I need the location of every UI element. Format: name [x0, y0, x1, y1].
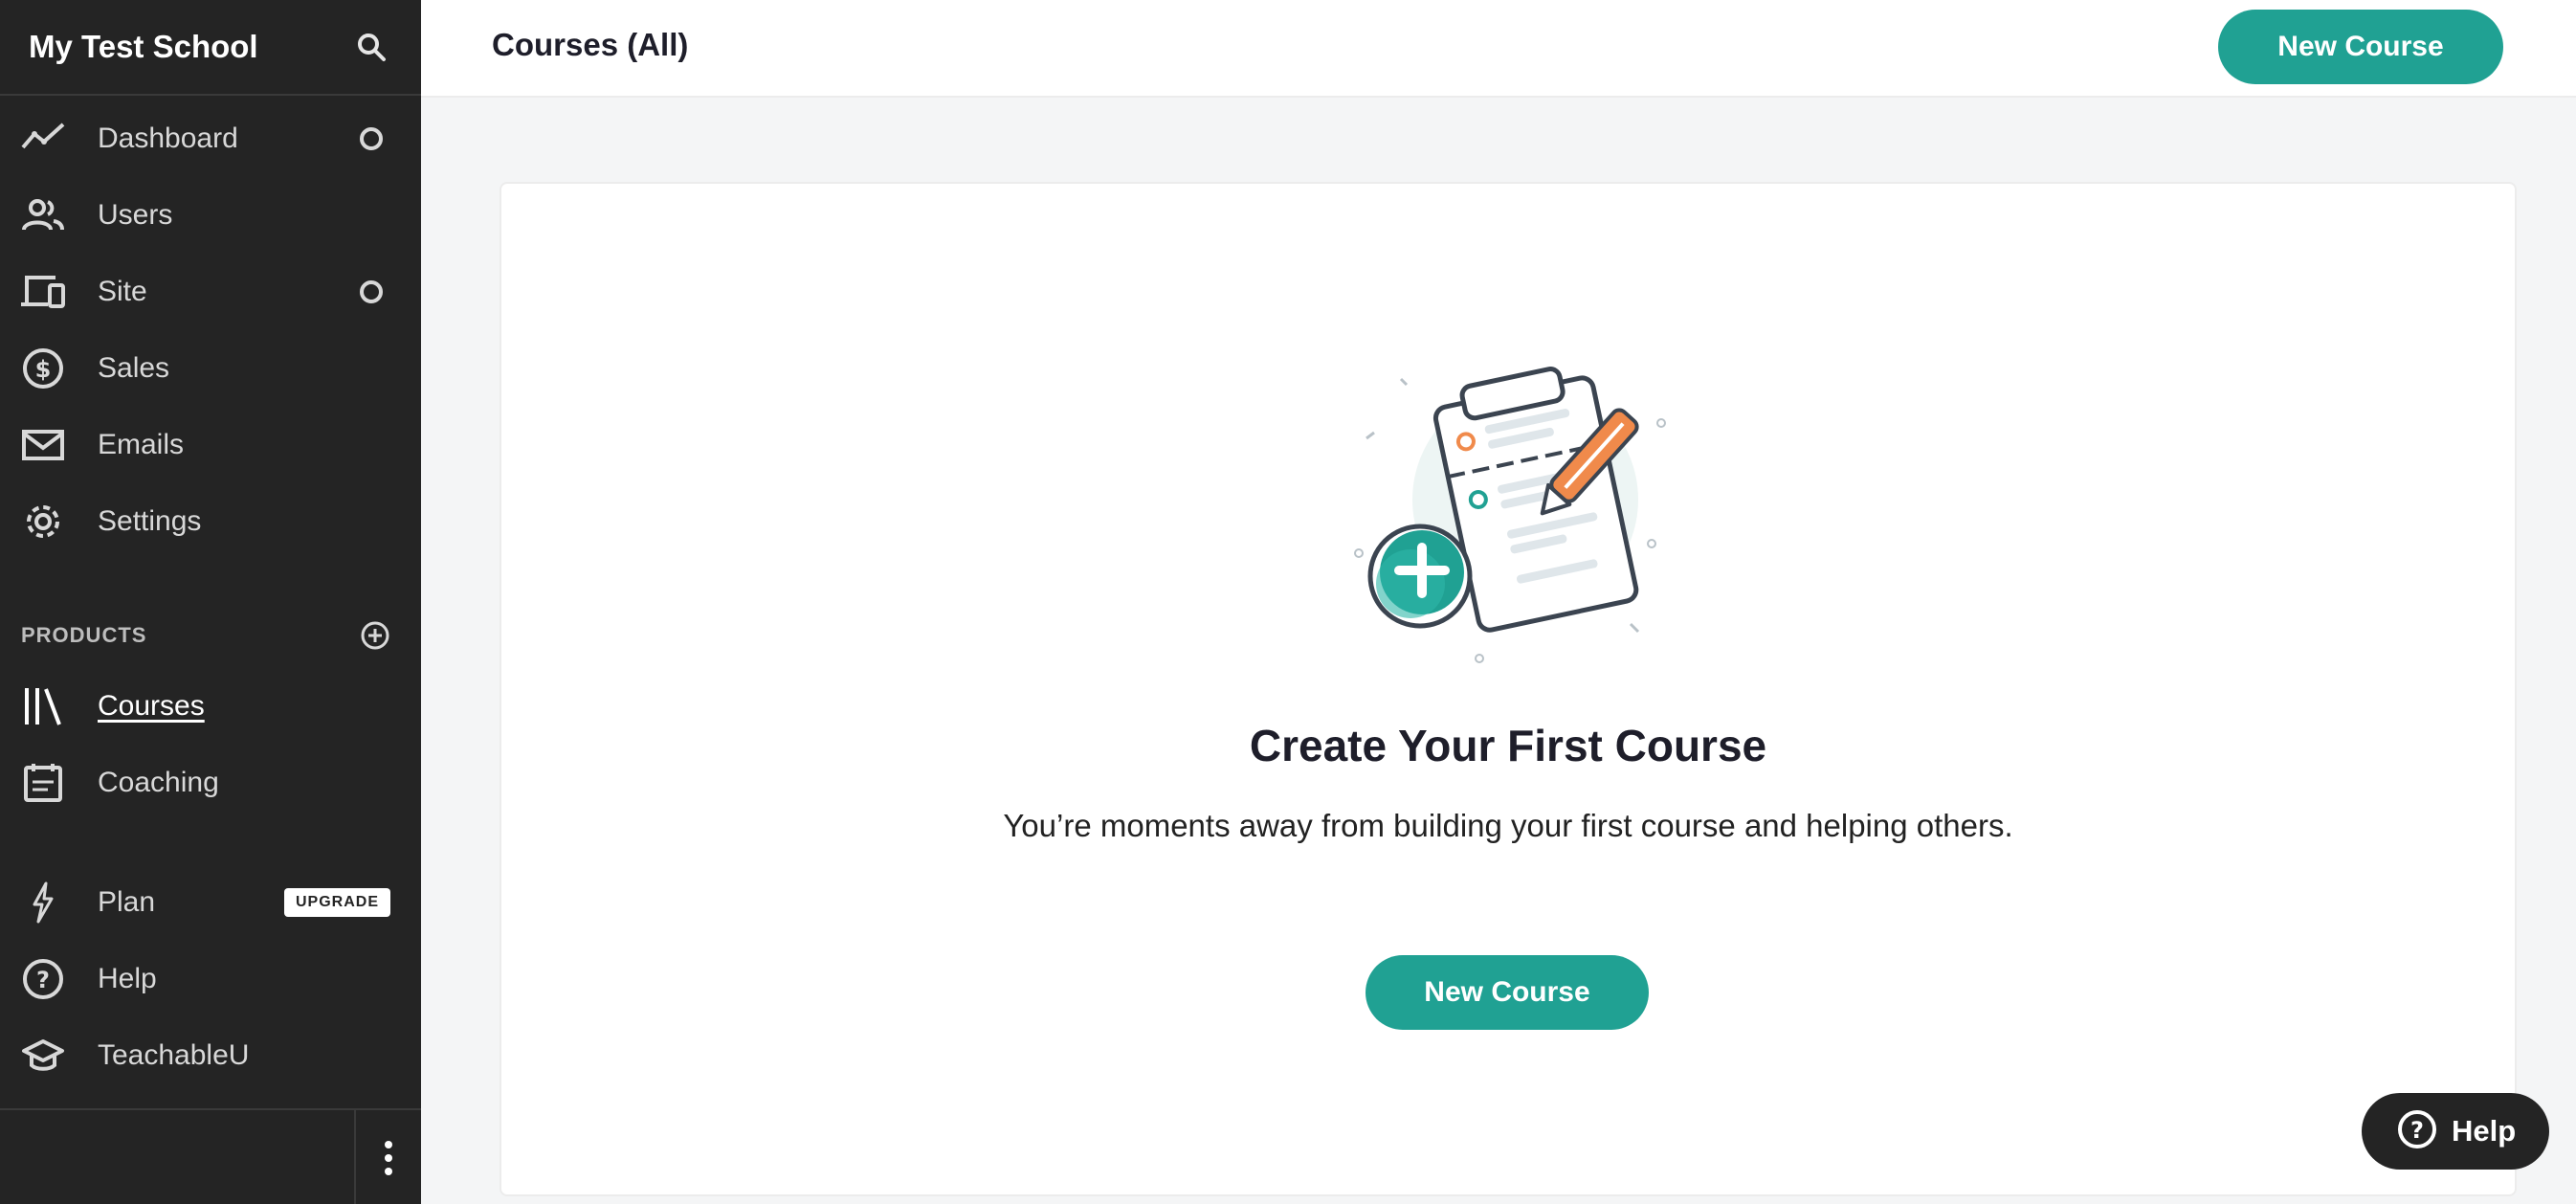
- status-indicator: [360, 127, 383, 150]
- svg-text:$: $: [35, 356, 52, 383]
- sidebar-item-label: Plan: [98, 886, 156, 918]
- sidebar-item-label: Site: [98, 276, 147, 307]
- sidebar-item-label: Courses: [98, 690, 205, 722]
- svg-text:?: ?: [36, 967, 50, 993]
- sidebar-item-label: TeachableU: [98, 1039, 250, 1071]
- upgrade-badge[interactable]: UPGRADE: [283, 888, 390, 917]
- sidebar-item-label: Dashboard: [98, 123, 238, 154]
- svg-text:?: ?: [2410, 1117, 2424, 1144]
- sidebar-item-label: Settings: [98, 505, 202, 537]
- search-icon[interactable]: [350, 26, 392, 68]
- question-circle-icon: ?: [21, 957, 65, 1001]
- sidebar-item-label: Coaching: [98, 767, 219, 798]
- top-bar: Courses (All) New Course: [421, 0, 2576, 98]
- sidebar-item-teachableu[interactable]: TeachableU: [0, 1017, 421, 1094]
- add-product-icon[interactable]: [360, 620, 390, 651]
- status-indicator: [360, 280, 383, 303]
- empty-state-title: Create Your First Course: [1249, 721, 1767, 770]
- trend-line-icon: [21, 117, 65, 161]
- sidebar-footer: [0, 1108, 421, 1204]
- calendar-icon: [21, 761, 65, 805]
- sidebar-item-plan[interactable]: Plan UPGRADE: [0, 864, 421, 941]
- sidebar-item-sales[interactable]: $ Sales: [0, 330, 421, 407]
- gear-icon: [21, 500, 65, 544]
- sidebar-item-courses[interactable]: Courses: [0, 668, 421, 745]
- sidebar-item-site[interactable]: Site: [0, 254, 421, 330]
- sidebar: My Test School Dashboard Users Site $ Sa…: [0, 0, 421, 1204]
- devices-icon: [21, 270, 65, 314]
- help-widget-button[interactable]: ? Help: [2362, 1093, 2549, 1170]
- empty-state-description: You’re moments away from building your f…: [1003, 808, 2013, 843]
- new-course-button[interactable]: New Course: [2218, 10, 2503, 84]
- clipboard-illustration-icon: [1353, 356, 1698, 672]
- new-course-button[interactable]: New Course: [1366, 955, 1649, 1030]
- graduation-cap-icon: [21, 1034, 65, 1078]
- users-icon: [21, 193, 65, 237]
- sidebar-item-label: Users: [98, 199, 173, 231]
- library-icon: [21, 684, 65, 728]
- dollar-circle-icon: $: [21, 346, 65, 390]
- sidebar-item-settings[interactable]: Settings: [0, 483, 421, 560]
- lightning-icon: [21, 881, 65, 925]
- sidebar-item-label: Sales: [98, 352, 170, 384]
- page-title: Courses (All): [492, 27, 689, 62]
- sidebar-item-label: Help: [98, 963, 157, 994]
- sidebar-item-help[interactable]: ? Help: [0, 941, 421, 1017]
- sidebar-item-label: Emails: [98, 429, 185, 460]
- school-name[interactable]: My Test School: [29, 29, 258, 65]
- envelope-icon: [21, 423, 65, 467]
- sidebar-item-users[interactable]: Users: [0, 177, 421, 254]
- sidebar-item-emails[interactable]: Emails: [0, 407, 421, 483]
- empty-state-card: Create Your First Course You’re moments …: [500, 182, 2517, 1196]
- sidebar-item-dashboard[interactable]: Dashboard: [0, 100, 421, 177]
- question-circle-icon: ?: [2396, 1108, 2438, 1155]
- sidebar-item-coaching[interactable]: Coaching: [0, 745, 421, 821]
- help-widget-label: Help: [2452, 1114, 2517, 1148]
- more-options-icon[interactable]: [354, 1110, 421, 1204]
- products-section-label: PRODUCTS: [21, 623, 147, 647]
- sidebar-header: My Test School: [0, 0, 421, 96]
